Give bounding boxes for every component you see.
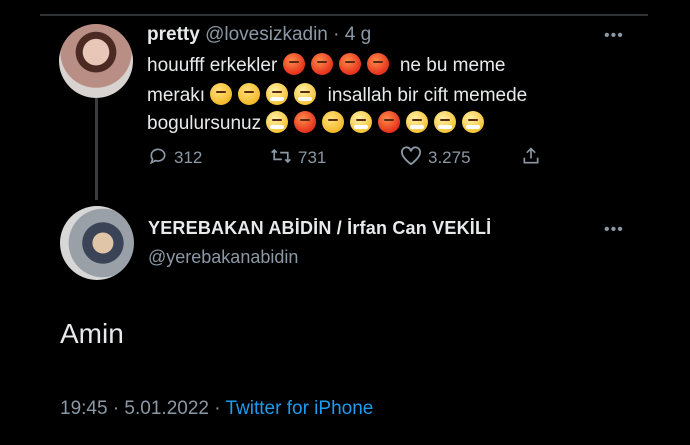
reply-count: 312: [174, 148, 203, 167]
tweet2-source-link[interactable]: Twitter for iPhone: [226, 398, 374, 419]
reply-button[interactable]: 312: [148, 146, 202, 170]
tweet1-time[interactable]: 4 g: [345, 24, 371, 45]
tweet1-action-bar: 312 731 3.275: [148, 146, 568, 172]
angry-face-emoji: [294, 111, 317, 133]
thread-connector-line: [95, 98, 98, 200]
angry-face-emoji: [378, 111, 401, 133]
face-with-steam-emoji: [406, 111, 429, 133]
face-with-steam-emoji: [350, 111, 373, 133]
tweet2-meta: 19:45 · 5.01.2022 · Twitter for iPhone: [60, 398, 373, 420]
face-with-steam-emoji: [462, 111, 485, 133]
angry-face-emoji: [338, 53, 361, 75]
share-button[interactable]: [521, 146, 541, 170]
retweet-button[interactable]: 731: [270, 146, 326, 170]
tweet2-more-menu-icon[interactable]: •••: [604, 221, 624, 239]
unamused-face-emoji: [210, 83, 233, 105]
reply-icon: [148, 146, 168, 170]
tweet1-display-name[interactable]: pretty: [147, 24, 200, 45]
share-icon: [521, 146, 541, 170]
tweet1-text-segment: ne bu meme: [399, 55, 506, 76]
tweet2-display-name[interactable]: YEREBAKAN ABİDİN / İrfan Can VEKİLİ: [148, 218, 491, 239]
tweet1-text-line-1: houufff erkekler ne bu meme: [147, 53, 505, 79]
avatar-pretty[interactable]: [59, 24, 133, 98]
face-with-steam-emoji: [434, 111, 457, 133]
tweet1-text-segment: insallah bir cift memede: [327, 85, 528, 106]
heart-icon: [400, 146, 422, 170]
tweet1-more-menu-icon[interactable]: •••: [604, 27, 624, 45]
retweet-count: 731: [298, 148, 327, 167]
avatar-yerebakan[interactable]: [60, 206, 134, 280]
like-button[interactable]: 3.275: [400, 146, 471, 170]
tweet2-text: Amin: [60, 318, 124, 349]
angry-face-emoji: [310, 53, 333, 75]
face-with-steam-emoji: [266, 83, 289, 105]
tweet1-text-line-2: merakı insallah bir cift memede: [147, 83, 527, 109]
tweet1-header: pretty @lovesizkadin · 4 g: [147, 24, 371, 46]
tweet2-timestamp[interactable]: 19:45 · 5.01.2022 ·: [60, 398, 226, 419]
tweet2-handle[interactable]: @yerebakanabidin: [148, 247, 298, 268]
angry-face-emoji: [366, 53, 389, 75]
top-divider: [40, 14, 648, 16]
tweet1-text-segment: bogulursunuz: [147, 113, 262, 134]
face-with-steam-emoji: [266, 111, 289, 133]
unamused-face-emoji: [238, 83, 261, 105]
retweet-icon: [270, 146, 292, 170]
tweet1-text-segment: merakı: [147, 85, 206, 106]
angry-face-emoji: [282, 53, 305, 75]
like-count: 3.275: [428, 148, 471, 167]
tweet1-text-segment: houufff erkekler: [147, 55, 278, 76]
face-with-steam-emoji: [294, 83, 317, 105]
tweet1-text-line-3: bogulursunuz: [147, 111, 490, 137]
tweet1-separator: ·: [333, 24, 340, 45]
unamused-face-emoji: [322, 111, 345, 133]
tweet1-handle[interactable]: @lovesizkadin: [205, 24, 328, 45]
